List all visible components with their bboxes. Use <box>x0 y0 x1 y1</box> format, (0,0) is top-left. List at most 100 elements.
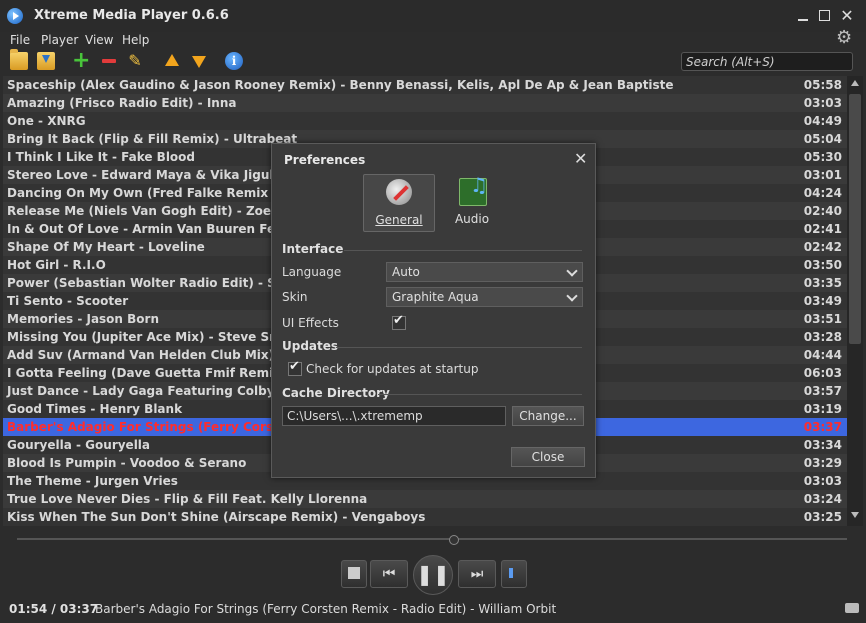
now-playing-track: Barber's Adagio For Strings (Ferry Corst… <box>95 602 557 616</box>
ui-effects-checkbox[interactable] <box>392 313 406 330</box>
menu-player[interactable]: Player <box>41 33 78 47</box>
track-title: Hot Girl - R.I.O <box>7 258 106 272</box>
track-duration: 03:19 <box>803 402 842 416</box>
cache-heading: Cache Directory <box>282 386 390 400</box>
info-icon[interactable]: i <box>225 52 243 70</box>
menu-help[interactable]: Help <box>122 33 149 47</box>
next-icon: ⏭ <box>470 566 484 582</box>
minimize-button[interactable] <box>796 9 810 23</box>
track-title: Ti Sento - Scooter <box>7 294 129 308</box>
track-title: Stereo Love - Edward Maya & Vika Jigulin… <box>7 168 295 182</box>
track-title: Good Times - Henry Blank <box>7 402 183 416</box>
volume-button[interactable] <box>501 560 527 588</box>
tab-audio-label: Audio <box>454 212 490 226</box>
playlist-row[interactable]: Kiss When The Sun Don't Shine (Airscape … <box>3 508 847 526</box>
previous-icon: ⏮ <box>382 566 396 582</box>
skin-select[interactable]: Graphite Aqua <box>386 287 583 307</box>
track-duration: 03:24 <box>803 492 842 506</box>
track-duration: 03:50 <box>803 258 842 272</box>
playback-time: 01:54 / 03:37 <box>9 602 99 616</box>
divider <box>378 394 582 395</box>
move-up-icon[interactable] <box>163 52 181 70</box>
track-duration: 02:41 <box>803 222 842 236</box>
tab-general[interactable]: General <box>363 174 435 232</box>
track-duration: 03:28 <box>803 330 842 344</box>
track-duration: 03:34 <box>803 438 842 452</box>
tab-audio[interactable]: Audio <box>437 173 507 230</box>
track-title: One - XNRG <box>7 114 86 128</box>
playlist-row[interactable]: True Love Never Dies - Flip & Fill Feat.… <box>3 490 847 508</box>
pause-button[interactable]: ❚❚ <box>413 555 453 595</box>
pause-icon: ❚❚ <box>416 562 450 586</box>
ui-effects-label: UI Effects <box>282 316 339 330</box>
scroll-down-icon[interactable] <box>851 512 859 518</box>
search-input[interactable]: Search (Alt+S) <box>681 52 853 71</box>
dialog-title: Preferences <box>284 153 366 167</box>
track-duration: 03:51 <box>803 312 842 326</box>
interface-heading: Interface <box>282 242 344 256</box>
audio-card-icon <box>459 173 488 206</box>
track-title: Spaceship (Alex Gaudino & Jason Rooney R… <box>7 78 674 92</box>
add-icon[interactable]: + <box>72 50 90 72</box>
check-updates-checkbox[interactable] <box>288 359 302 376</box>
open-playlist-icon[interactable] <box>37 52 55 70</box>
language-label: Language <box>282 265 342 279</box>
playlist-row[interactable]: Spaceship (Alex Gaudino & Jason Rooney R… <box>3 76 847 94</box>
app-logo-icon <box>7 8 23 24</box>
close-button[interactable]: Close <box>511 447 585 467</box>
playlist-scrollbar[interactable] <box>847 76 863 526</box>
track-duration: 05:58 <box>803 78 842 92</box>
tab-general-label: General <box>375 213 423 227</box>
divider <box>344 250 582 251</box>
menu-view[interactable]: View <box>85 33 113 47</box>
track-duration: 02:42 <box>803 240 842 254</box>
remove-icon[interactable] <box>100 52 118 70</box>
previous-button[interactable]: ⏮ <box>370 560 408 588</box>
playlist-row[interactable]: Amazing (Frisco Radio Edit) - Inna 03:03 <box>3 94 847 112</box>
track-duration: 02:40 <box>803 204 842 218</box>
track-duration: 03:57 <box>803 384 842 398</box>
seek-bar[interactable] <box>17 538 847 540</box>
track-title: Gouryella - Gouryella <box>7 438 151 452</box>
scroll-up-icon[interactable] <box>851 80 859 86</box>
language-select[interactable]: Auto <box>386 262 583 282</box>
track-duration: 03:29 <box>803 456 842 470</box>
stop-button[interactable] <box>341 560 367 588</box>
seek-knob[interactable] <box>449 535 459 545</box>
move-down-icon[interactable] <box>190 52 208 70</box>
track-duration: 03:01 <box>803 168 842 182</box>
dialog-close-icon[interactable]: ✕ <box>574 151 587 167</box>
track-duration: 04:44 <box>803 348 842 362</box>
track-duration: 04:49 <box>803 114 842 128</box>
track-title: Release Me (Niels Van Gogh Edit) - Zoe B… <box>7 204 317 218</box>
cache-path-field[interactable]: C:\Users\...\.xtrememp <box>282 406 506 426</box>
chevron-down-icon <box>566 265 578 277</box>
menu-file[interactable]: File <box>10 33 30 47</box>
playlist-row[interactable]: One - XNRG 04:49 <box>3 112 847 130</box>
track-duration: 05:30 <box>803 150 842 164</box>
track-duration: 03:25 <box>803 510 842 524</box>
track-title: True Love Never Dies - Flip & Fill Feat.… <box>7 492 368 506</box>
track-duration: 05:04 <box>803 132 842 146</box>
close-window-button[interactable]: ✕ <box>840 8 854 24</box>
settings-gear-icon[interactable]: ⚙ <box>836 29 854 47</box>
chat-icon[interactable] <box>845 603 859 613</box>
track-duration: 03:35 <box>803 276 842 290</box>
divider <box>336 347 582 348</box>
scroll-thumb[interactable] <box>849 94 861 344</box>
track-title: Amazing (Frisco Radio Edit) - Inna <box>7 96 237 110</box>
window-title: Xtreme Media Player 0.6.6 <box>34 8 229 23</box>
track-duration: 03:03 <box>803 96 842 110</box>
track-duration: 03:49 <box>803 294 842 308</box>
clear-playlist-icon[interactable]: ✎ <box>126 52 144 70</box>
track-title: Bring It Back (Flip & Fill Remix) - Ultr… <box>7 132 298 146</box>
maximize-button[interactable] <box>818 9 832 23</box>
open-folder-icon[interactable] <box>10 49 28 70</box>
track-title: Shape Of My Heart - Loveline <box>7 240 205 254</box>
next-button[interactable]: ⏭ <box>458 560 496 588</box>
general-settings-icon <box>386 179 412 205</box>
track-title: Memories - Jason Born <box>7 312 159 326</box>
skin-label: Skin <box>282 290 308 304</box>
skin-value: Graphite Aqua <box>392 290 479 304</box>
change-button[interactable]: Change... <box>512 406 584 426</box>
